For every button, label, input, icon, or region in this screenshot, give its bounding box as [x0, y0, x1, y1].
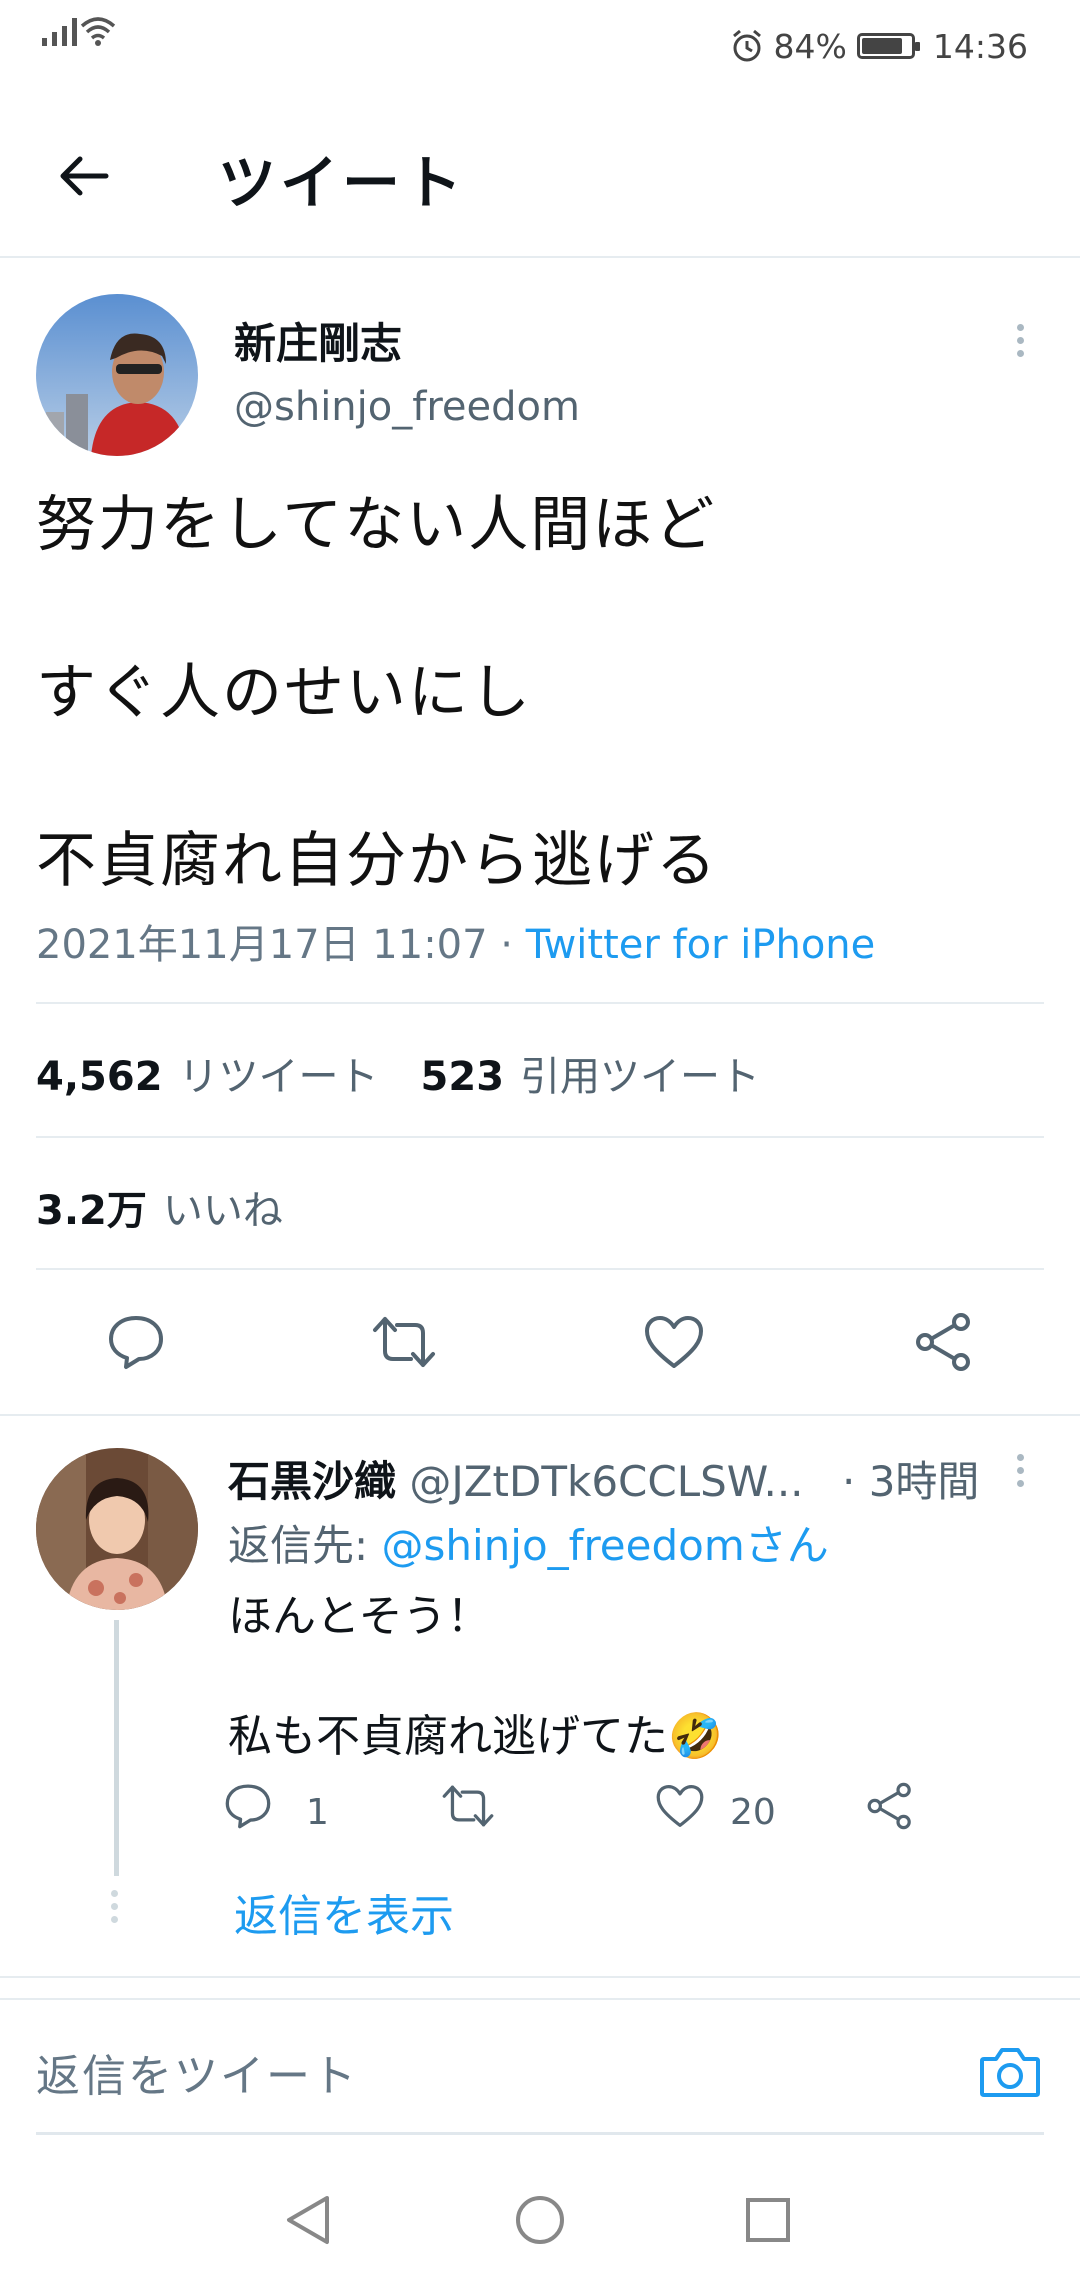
reply-to: 返信先: @shinjo_freedomさん [228, 1512, 829, 1573]
more-options-button[interactable] [1000, 310, 1040, 370]
reply-icon [225, 1784, 271, 1829]
reply-icon [109, 1316, 163, 1369]
divider [36, 1136, 1044, 1138]
share-icon [867, 1782, 911, 1830]
reply-like-button[interactable] [648, 1774, 712, 1838]
back-button[interactable] [46, 138, 122, 214]
app-header: ツイート [0, 96, 1080, 258]
retweets-link[interactable]: 4,562 リツイート [36, 1044, 379, 1102]
reply-author-avatar[interactable] [36, 1448, 198, 1610]
tweet-timestamp[interactable]: 2021年11月17日 11:07 [36, 922, 488, 968]
heart-icon [645, 1316, 703, 1368]
status-time: 14:36 [932, 26, 1028, 66]
quotes-count: 523 [420, 1054, 505, 1100]
retweet-icon [373, 1317, 435, 1367]
reply-to-mention[interactable]: @shinjo_freedomさん [382, 1521, 829, 1570]
thread-line [114, 1620, 119, 1876]
nav-home-button[interactable] [508, 2188, 572, 2252]
nav-back-button[interactable] [276, 2188, 340, 2252]
section-divider [0, 1414, 1080, 1416]
reply-retweet-button[interactable] [436, 1774, 500, 1838]
author-handle[interactable]: @shinjo_freedom [234, 384, 580, 430]
arrow-left-icon [60, 156, 109, 196]
retweets-count: 4,562 [36, 1054, 163, 1100]
share-icon [916, 1313, 970, 1371]
battery-percent: 84% [773, 26, 847, 66]
retweet-icon [442, 1785, 494, 1827]
retweets-label: リツイート [178, 1054, 379, 1100]
thread-dots [111, 1890, 118, 1923]
nav-recents-button[interactable] [736, 2188, 800, 2252]
retweet-stats: 4,562 リツイート 523 引用ツイート [36, 1044, 760, 1102]
heart-icon [656, 1785, 704, 1827]
likes-count: 3.2万 [36, 1188, 147, 1234]
compose-bar: 返信をツイート [0, 1998, 1080, 2135]
reply-more-options-button[interactable] [1000, 1440, 1040, 1500]
reply-time[interactable]: · 3時間 [842, 1448, 979, 1509]
page-title: ツイート [218, 149, 467, 217]
battery-icon [856, 33, 920, 59]
like-button[interactable] [634, 1302, 714, 1382]
reply-like-count: 20 [730, 1792, 776, 1833]
divider [36, 1268, 1044, 1270]
square-recents-icon [746, 2198, 790, 2242]
reply-reply-button[interactable] [216, 1774, 280, 1838]
tweet-text-line: すぐ人のせいにし [36, 658, 532, 728]
show-replies-link[interactable]: 返信を表示 [234, 1880, 454, 1944]
tweet-text-line: 不貞腐れ自分から逃げる [36, 826, 718, 896]
tweet-text-line: 努力をしてない人間ほど [36, 490, 717, 560]
camera-icon [980, 2048, 1040, 2097]
retweet-button[interactable] [364, 1302, 444, 1382]
compose-underline [36, 2132, 1044, 2135]
share-button[interactable] [904, 1302, 984, 1382]
author-avatar[interactable] [36, 294, 198, 456]
reply-to-prefix: 返信先: [228, 1521, 382, 1570]
meta-separator: · [487, 922, 526, 968]
divider [36, 1002, 1044, 1004]
reply-reply-count: 1 [306, 1792, 329, 1833]
reply-author-name[interactable]: 石黒沙織 [228, 1457, 396, 1506]
tweet-source-link[interactable]: Twitter for iPhone [526, 922, 876, 968]
alarm-icon [732, 29, 761, 62]
reply-compose-input[interactable]: 返信をツイート [36, 2040, 358, 2104]
wifi-icon [80, 17, 116, 46]
quotes-link[interactable]: 523 引用ツイート [421, 1044, 761, 1102]
reply-button[interactable] [96, 1302, 176, 1382]
system-nav-bar [0, 2160, 1080, 2280]
reply-share-button[interactable] [858, 1774, 922, 1838]
reply-author-handle[interactable]: @JZtDTk6CCLSW... [409, 1457, 803, 1506]
likes-label: いいね [162, 1188, 283, 1234]
status-bar: 84% 14:36 [0, 0, 1080, 96]
reply-text-line: ほんとそう！ [228, 1591, 491, 1642]
quotes-label: 引用ツイート [520, 1054, 761, 1100]
likes-stats[interactable]: 3.2万 いいね [36, 1178, 283, 1236]
triangle-back-icon [287, 2196, 329, 2244]
circle-home-icon [516, 2196, 564, 2244]
author-name[interactable]: 新庄剛志 [234, 310, 402, 371]
camera-button[interactable] [974, 2036, 1046, 2108]
tweet-meta: 2021年11月17日 11:07 · Twitter for iPhone [36, 912, 875, 970]
reply-text-line: 私も不貞腐れ逃げてた🤣 [228, 1711, 723, 1762]
section-divider [0, 1976, 1080, 1978]
